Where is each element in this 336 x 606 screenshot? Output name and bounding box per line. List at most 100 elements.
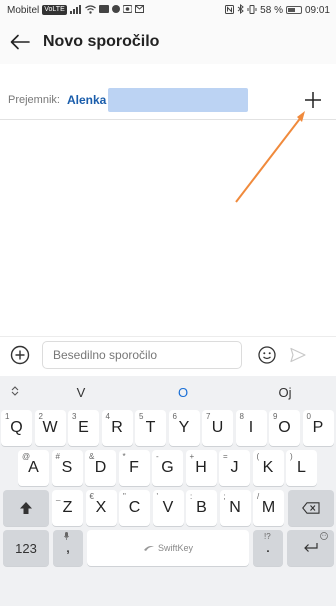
expand-toolbar-button[interactable] <box>0 385 30 399</box>
key-k[interactable]: (K <box>252 450 284 486</box>
key-w[interactable]: 2W <box>34 410 66 446</box>
key-label: B <box>196 499 207 516</box>
key-d[interactable]: & D <box>85 450 116 486</box>
key-n[interactable]: ; N <box>219 490 251 526</box>
shift-icon <box>20 502 32 514</box>
key-secondary-label: 3 <box>72 412 77 421</box>
key-secondary-label: & <box>89 452 95 461</box>
send-icon <box>290 347 306 362</box>
key-label: Z <box>62 499 73 516</box>
key-label: S <box>61 459 73 476</box>
recipient-chip[interactable]: Alenka <box>67 93 106 107</box>
key-label: W <box>42 419 58 436</box>
clock: 09:01 <box>304 4 330 16</box>
key-i[interactable]: 8I <box>235 410 267 446</box>
numbers-key-label: 123 <box>15 540 37 556</box>
camera-notification-icon <box>122 5 133 15</box>
smiley-icon <box>258 345 276 364</box>
key-secondary-label: + <box>189 452 195 461</box>
key-label: H <box>195 459 207 476</box>
message-input[interactable]: Besedilno sporočilo <box>42 340 242 369</box>
recipient-label: Prejemnik: <box>8 93 60 106</box>
key-o[interactable]: 9O <box>269 410 300 446</box>
key-secondary-label: ' <box>156 492 159 501</box>
key-secondary-label: # <box>55 452 60 461</box>
key-label: P <box>312 419 324 436</box>
status-left: Mobitel VoLTE <box>7 4 144 16</box>
key-l[interactable]: ) L <box>286 450 317 486</box>
backspace-key[interactable] <box>288 490 334 526</box>
key-s[interactable]: # S <box>51 450 83 486</box>
key-label: V <box>162 499 174 516</box>
key-t[interactable]: 5T <box>135 410 166 446</box>
key-j[interactable]: = J <box>219 450 250 486</box>
key-b[interactable]: :B <box>186 490 217 526</box>
key-x[interactable]: € X <box>85 490 117 526</box>
key-r[interactable]: 4R <box>101 410 133 446</box>
enter-key[interactable] <box>287 530 334 566</box>
period-label: . <box>265 539 271 556</box>
period-key[interactable]: !? . <box>253 530 283 566</box>
key-secondary-label: 0 <box>306 412 311 421</box>
suggestion-1[interactable]: V <box>30 385 132 400</box>
key-q[interactable]: 1Q <box>1 410 32 446</box>
carrier-name: Mobitel <box>7 4 40 16</box>
key-secondary-label: = <box>223 452 228 461</box>
key-m[interactable]: / M <box>253 490 284 526</box>
space-key[interactable]: SwiftKey <box>87 530 249 566</box>
key-p[interactable]: 0P <box>302 410 334 446</box>
key-h[interactable]: + H <box>185 450 217 486</box>
key-label: Q <box>10 419 23 436</box>
key-label: T <box>145 419 156 436</box>
key-label: F <box>129 459 139 476</box>
emoji-button[interactable] <box>256 344 278 366</box>
key-label: A <box>28 459 39 476</box>
volte-icon: VoLTE <box>42 5 67 15</box>
page-title: Novo sporočilo <box>43 33 160 50</box>
key-secondary-label: / <box>257 492 260 501</box>
key-label: U <box>211 419 224 436</box>
key-y[interactable]: 6Y <box>168 410 200 446</box>
key-c[interactable]: " C <box>119 490 150 526</box>
key-label: X <box>95 499 107 516</box>
key-row-bottom: 123 , SwiftKey !? . <box>0 528 336 568</box>
message-placeholder: Besedilno sporočilo <box>53 347 158 362</box>
status-bar: Mobitel VoLTE 58 % 09:01 <box>0 0 336 20</box>
key-row-2: @ A # S & D * F - G + H = J(K) L <box>0 448 336 488</box>
key-secondary-label: 8 <box>239 412 244 421</box>
send-button[interactable] <box>288 345 308 365</box>
mail-notification-icon <box>134 5 144 15</box>
key-g[interactable]: -G <box>152 450 183 486</box>
shift-key[interactable] <box>3 490 49 526</box>
key-v[interactable]: ' V <box>152 490 184 526</box>
attach-button[interactable] <box>8 343 32 367</box>
back-button[interactable] <box>5 27 35 57</box>
add-recipient-button[interactable] <box>298 85 328 115</box>
key-label: M <box>261 499 276 516</box>
recipient-row[interactable]: Prejemnik: Alenka <box>0 80 336 120</box>
battery-icon <box>285 6 302 14</box>
key-row-3: _ Z € X " C ' V: B; N / M <box>0 488 336 528</box>
key-a[interactable]: @ A <box>18 450 49 486</box>
suggestion-3[interactable]: Oj <box>234 385 336 400</box>
key-u[interactable]: 7U <box>202 410 233 446</box>
swiftkey-brand: SwiftKey <box>143 543 193 553</box>
suggestion-2[interactable]: O <box>132 385 234 400</box>
key-z[interactable]: _ Z <box>52 490 83 526</box>
key-label: R <box>111 419 123 436</box>
comma-key[interactable]: , <box>53 530 83 566</box>
key-f[interactable]: * F <box>118 450 150 486</box>
key-secondary-label: 7 <box>206 412 211 421</box>
key-secondary-label: € <box>89 492 94 501</box>
key-label: Y <box>178 419 190 436</box>
key-label: J <box>230 459 239 476</box>
numbers-key[interactable]: 123 <box>3 530 49 566</box>
keyboard: V O Oj 1Q2W3E4R5T6Y7U8I9O0P @ A # S & D * F - G + H… <box>0 376 336 606</box>
bluetooth-icon <box>237 3 244 16</box>
key-label: E <box>78 419 89 436</box>
key-e[interactable]: 3E <box>68 410 99 446</box>
status-right: 58 % 09:01 <box>225 3 330 16</box>
message-notification-icon <box>98 5 109 15</box>
battery-percent: 58 % <box>260 4 283 16</box>
app-header: Novo sporočilo <box>0 20 336 64</box>
